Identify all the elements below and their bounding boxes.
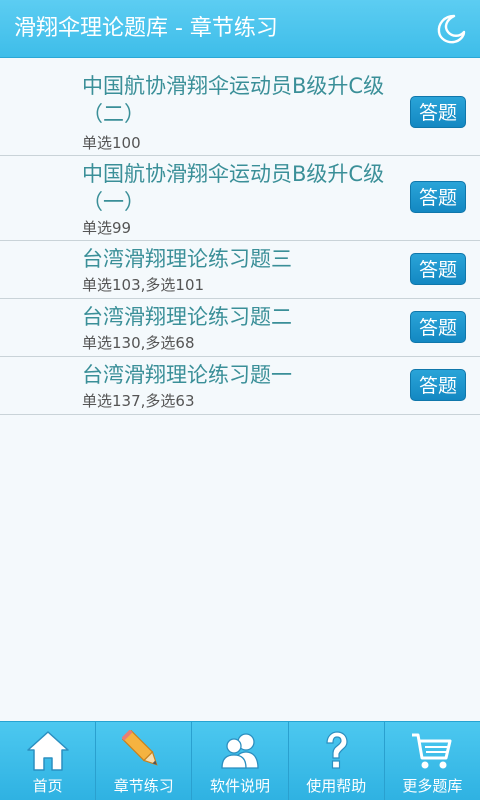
- item-title: 中国航协滑翔伞运动员B级升C级（一）: [82, 162, 385, 214]
- moon-icon[interactable]: [432, 12, 466, 46]
- list-item[interactable]: 台湾滑翔理论练习题一 单选137,多选63 答题: [0, 357, 480, 415]
- users-icon: [221, 733, 259, 769]
- list-item[interactable]: 台湾滑翔理论练习题三 单选103,多选101 答题: [0, 241, 480, 299]
- tab-software-info[interactable]: 软件说明: [192, 722, 289, 800]
- item-subtitle: 单选103,多选101: [82, 276, 205, 294]
- tab-more-banks[interactable]: 更多题库: [385, 722, 480, 800]
- item-title: 中国航协滑翔伞运动员B级升C级（二）: [82, 74, 385, 126]
- list-item[interactable]: 中国航协滑翔伞运动员B级升C级（一） 单选99 答题: [0, 156, 480, 241]
- tab-label: 更多题库: [402, 777, 463, 795]
- help-icon: [326, 731, 348, 769]
- item-subtitle: 单选100: [82, 134, 141, 152]
- item-subtitle: 单选137,多选63: [82, 392, 195, 410]
- home-icon: [26, 731, 69, 771]
- answer-button[interactable]: 答题: [410, 311, 466, 343]
- bottom-tab-bar: 首页 章节练习 软件说明 使用帮助 更多题库: [0, 721, 480, 800]
- tab-label: 首页: [32, 777, 63, 795]
- chapter-list: 中国航协滑翔伞运动员B级升C级（二） 单选100 答题 中国航协滑翔伞运动员B级…: [0, 66, 480, 415]
- item-title: 台湾滑翔理论练习题三: [82, 247, 292, 271]
- tab-help[interactable]: 使用帮助: [289, 722, 385, 800]
- tab-label: 使用帮助: [306, 777, 367, 795]
- cart-icon: [412, 733, 452, 769]
- list-item[interactable]: 台湾滑翔理论练习题二 单选130,多选68 答题: [0, 299, 480, 357]
- answer-button[interactable]: 答题: [410, 369, 466, 401]
- answer-button[interactable]: 答题: [410, 96, 466, 128]
- tab-chapter-practice[interactable]: 章节练习: [96, 722, 193, 800]
- tab-label: 软件说明: [210, 777, 271, 795]
- answer-button[interactable]: 答题: [410, 253, 466, 285]
- list-item[interactable]: 中国航协滑翔伞运动员B级升C级（二） 单选100 答题: [0, 66, 480, 156]
- tab-home[interactable]: 首页: [0, 722, 97, 800]
- item-subtitle: 单选99: [82, 219, 132, 237]
- item-title: 台湾滑翔理论练习题二: [82, 305, 292, 329]
- item-title: 台湾滑翔理论练习题一: [82, 363, 292, 387]
- tab-label: 章节练习: [113, 777, 174, 795]
- top-bar: 滑翔伞理论题库 - 章节练习: [0, 0, 480, 58]
- page-title: 滑翔伞理论题库 - 章节练习: [14, 16, 278, 41]
- item-subtitle: 单选130,多选68: [82, 334, 195, 352]
- answer-button[interactable]: 答题: [410, 181, 466, 213]
- pencil-icon: [121, 730, 158, 766]
